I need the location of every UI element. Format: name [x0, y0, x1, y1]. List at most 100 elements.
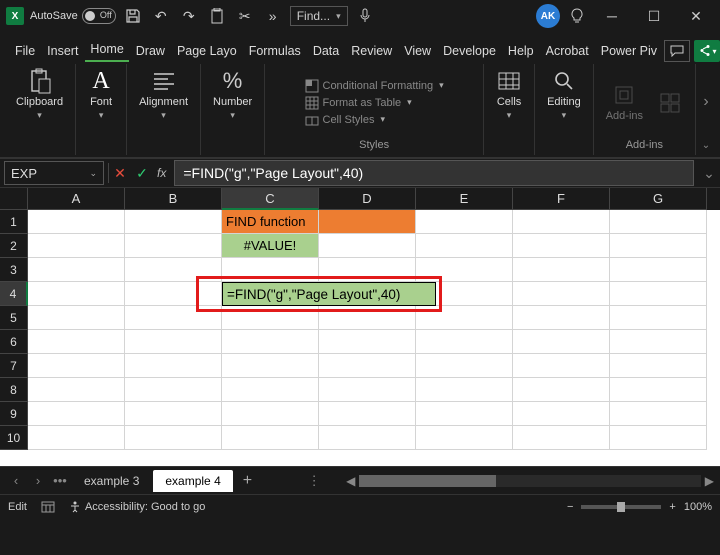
- col-header-F[interactable]: F: [513, 188, 610, 210]
- cell-C7[interactable]: [222, 354, 319, 378]
- alignment-button[interactable]: Alignment ▾: [135, 66, 192, 123]
- cell-D2[interactable]: [319, 234, 416, 258]
- search-box[interactable]: Find... ▾: [290, 6, 348, 26]
- cell-A3[interactable]: [28, 258, 125, 282]
- row-header-6[interactable]: 6: [0, 330, 28, 354]
- row-header-1[interactable]: 1: [0, 210, 28, 234]
- more-icon[interactable]: »: [262, 5, 284, 27]
- cell-E2[interactable]: [416, 234, 513, 258]
- menu-review[interactable]: Review: [346, 40, 397, 62]
- menu-developer[interactable]: Develope: [438, 40, 501, 62]
- cell-B6[interactable]: [125, 330, 222, 354]
- save-icon[interactable]: [122, 5, 144, 27]
- menu-insert[interactable]: Insert: [42, 40, 83, 62]
- cell-C3[interactable]: [222, 258, 319, 282]
- cell-F6[interactable]: [513, 330, 610, 354]
- zoom-out-button[interactable]: −: [567, 501, 573, 513]
- close-button[interactable]: ✕: [678, 2, 714, 30]
- menu-formulas[interactable]: Formulas: [244, 40, 306, 62]
- accept-formula-button[interactable]: ✓: [131, 162, 153, 184]
- menu-file[interactable]: File: [10, 40, 40, 62]
- cell-B9[interactable]: [125, 402, 222, 426]
- user-avatar[interactable]: AK: [536, 4, 560, 28]
- comments-button[interactable]: [664, 40, 690, 62]
- sheet-tab-example-3[interactable]: example 3: [72, 470, 151, 492]
- cell-B4[interactable]: [125, 282, 222, 306]
- zoom-in-button[interactable]: +: [669, 501, 675, 513]
- cell-F7[interactable]: [513, 354, 610, 378]
- row-header-7[interactable]: 7: [0, 354, 28, 378]
- cell-F8[interactable]: [513, 378, 610, 402]
- addins-button-2[interactable]: [653, 88, 687, 118]
- toggle-track[interactable]: Off: [82, 8, 116, 24]
- scroll-thumb[interactable]: [359, 475, 496, 487]
- cell-C6[interactable]: [222, 330, 319, 354]
- cell-B1[interactable]: [125, 210, 222, 234]
- cell-C1[interactable]: FIND function: [222, 210, 319, 234]
- cell-C10[interactable]: [222, 426, 319, 450]
- cell-E9[interactable]: [416, 402, 513, 426]
- cells-button[interactable]: Cells ▾: [492, 66, 526, 123]
- cell-D8[interactable]: [319, 378, 416, 402]
- tab-options-button[interactable]: ⋮: [304, 473, 324, 489]
- cell-F5[interactable]: [513, 306, 610, 330]
- fx-icon[interactable]: fx: [153, 166, 170, 180]
- cell-A9[interactable]: [28, 402, 125, 426]
- cell-E10[interactable]: [416, 426, 513, 450]
- font-button[interactable]: A Font ▾: [84, 66, 118, 123]
- scroll-track[interactable]: [359, 475, 700, 487]
- undo-icon[interactable]: ↶: [150, 5, 172, 27]
- expand-formula-bar[interactable]: ⌄: [698, 162, 720, 184]
- cell-G1[interactable]: [610, 210, 707, 234]
- menu-acrobat[interactable]: Acrobat: [541, 40, 594, 62]
- cell-F4[interactable]: [513, 282, 610, 306]
- cell-D7[interactable]: [319, 354, 416, 378]
- active-cell-editor[interactable]: =FIND("g","Page Layout",40): [222, 282, 436, 306]
- cell-A2[interactable]: [28, 234, 125, 258]
- menu-page-layout[interactable]: Page Layo: [172, 40, 242, 62]
- row-header-8[interactable]: 8: [0, 378, 28, 402]
- col-header-B[interactable]: B: [125, 188, 222, 210]
- cell-A4[interactable]: [28, 282, 125, 306]
- cell-G8[interactable]: [610, 378, 707, 402]
- cell-A7[interactable]: [28, 354, 125, 378]
- cell-C8[interactable]: [222, 378, 319, 402]
- workbook-stats-icon[interactable]: [41, 501, 55, 513]
- cell-A6[interactable]: [28, 330, 125, 354]
- col-header-E[interactable]: E: [416, 188, 513, 210]
- cell-C5[interactable]: [222, 306, 319, 330]
- cell-G7[interactable]: [610, 354, 707, 378]
- minimize-button[interactable]: ─: [594, 2, 630, 30]
- zoom-level[interactable]: 100%: [684, 501, 712, 513]
- cell-E1[interactable]: [416, 210, 513, 234]
- cell-A10[interactable]: [28, 426, 125, 450]
- menu-powerpivot[interactable]: Power Piv: [596, 40, 662, 62]
- cell-D10[interactable]: [319, 426, 416, 450]
- cell-G10[interactable]: [610, 426, 707, 450]
- sheet-tab-example-4[interactable]: example 4: [153, 470, 232, 492]
- row-header-9[interactable]: 9: [0, 402, 28, 426]
- paste-icon[interactable]: [206, 5, 228, 27]
- cell-F10[interactable]: [513, 426, 610, 450]
- cell-E6[interactable]: [416, 330, 513, 354]
- cell-E3[interactable]: [416, 258, 513, 282]
- zoom-slider[interactable]: [581, 505, 661, 509]
- cell-A8[interactable]: [28, 378, 125, 402]
- col-header-C[interactable]: C: [222, 188, 319, 210]
- add-sheet-button[interactable]: +: [235, 472, 260, 490]
- cell-B7[interactable]: [125, 354, 222, 378]
- cell-D6[interactable]: [319, 330, 416, 354]
- cell-D3[interactable]: [319, 258, 416, 282]
- tab-menu-button[interactable]: •••: [50, 473, 70, 488]
- cell-D5[interactable]: [319, 306, 416, 330]
- row-header-5[interactable]: 5: [0, 306, 28, 330]
- cell-D9[interactable]: [319, 402, 416, 426]
- tab-next-button[interactable]: ›: [28, 473, 48, 488]
- cell-C2[interactable]: #VALUE!: [222, 234, 319, 258]
- addins-button[interactable]: Add-ins: [602, 80, 647, 124]
- cell-E8[interactable]: [416, 378, 513, 402]
- row-header-10[interactable]: 10: [0, 426, 28, 450]
- share-button[interactable]: ▾: [694, 40, 720, 62]
- cell-F3[interactable]: [513, 258, 610, 282]
- cell-A1[interactable]: [28, 210, 125, 234]
